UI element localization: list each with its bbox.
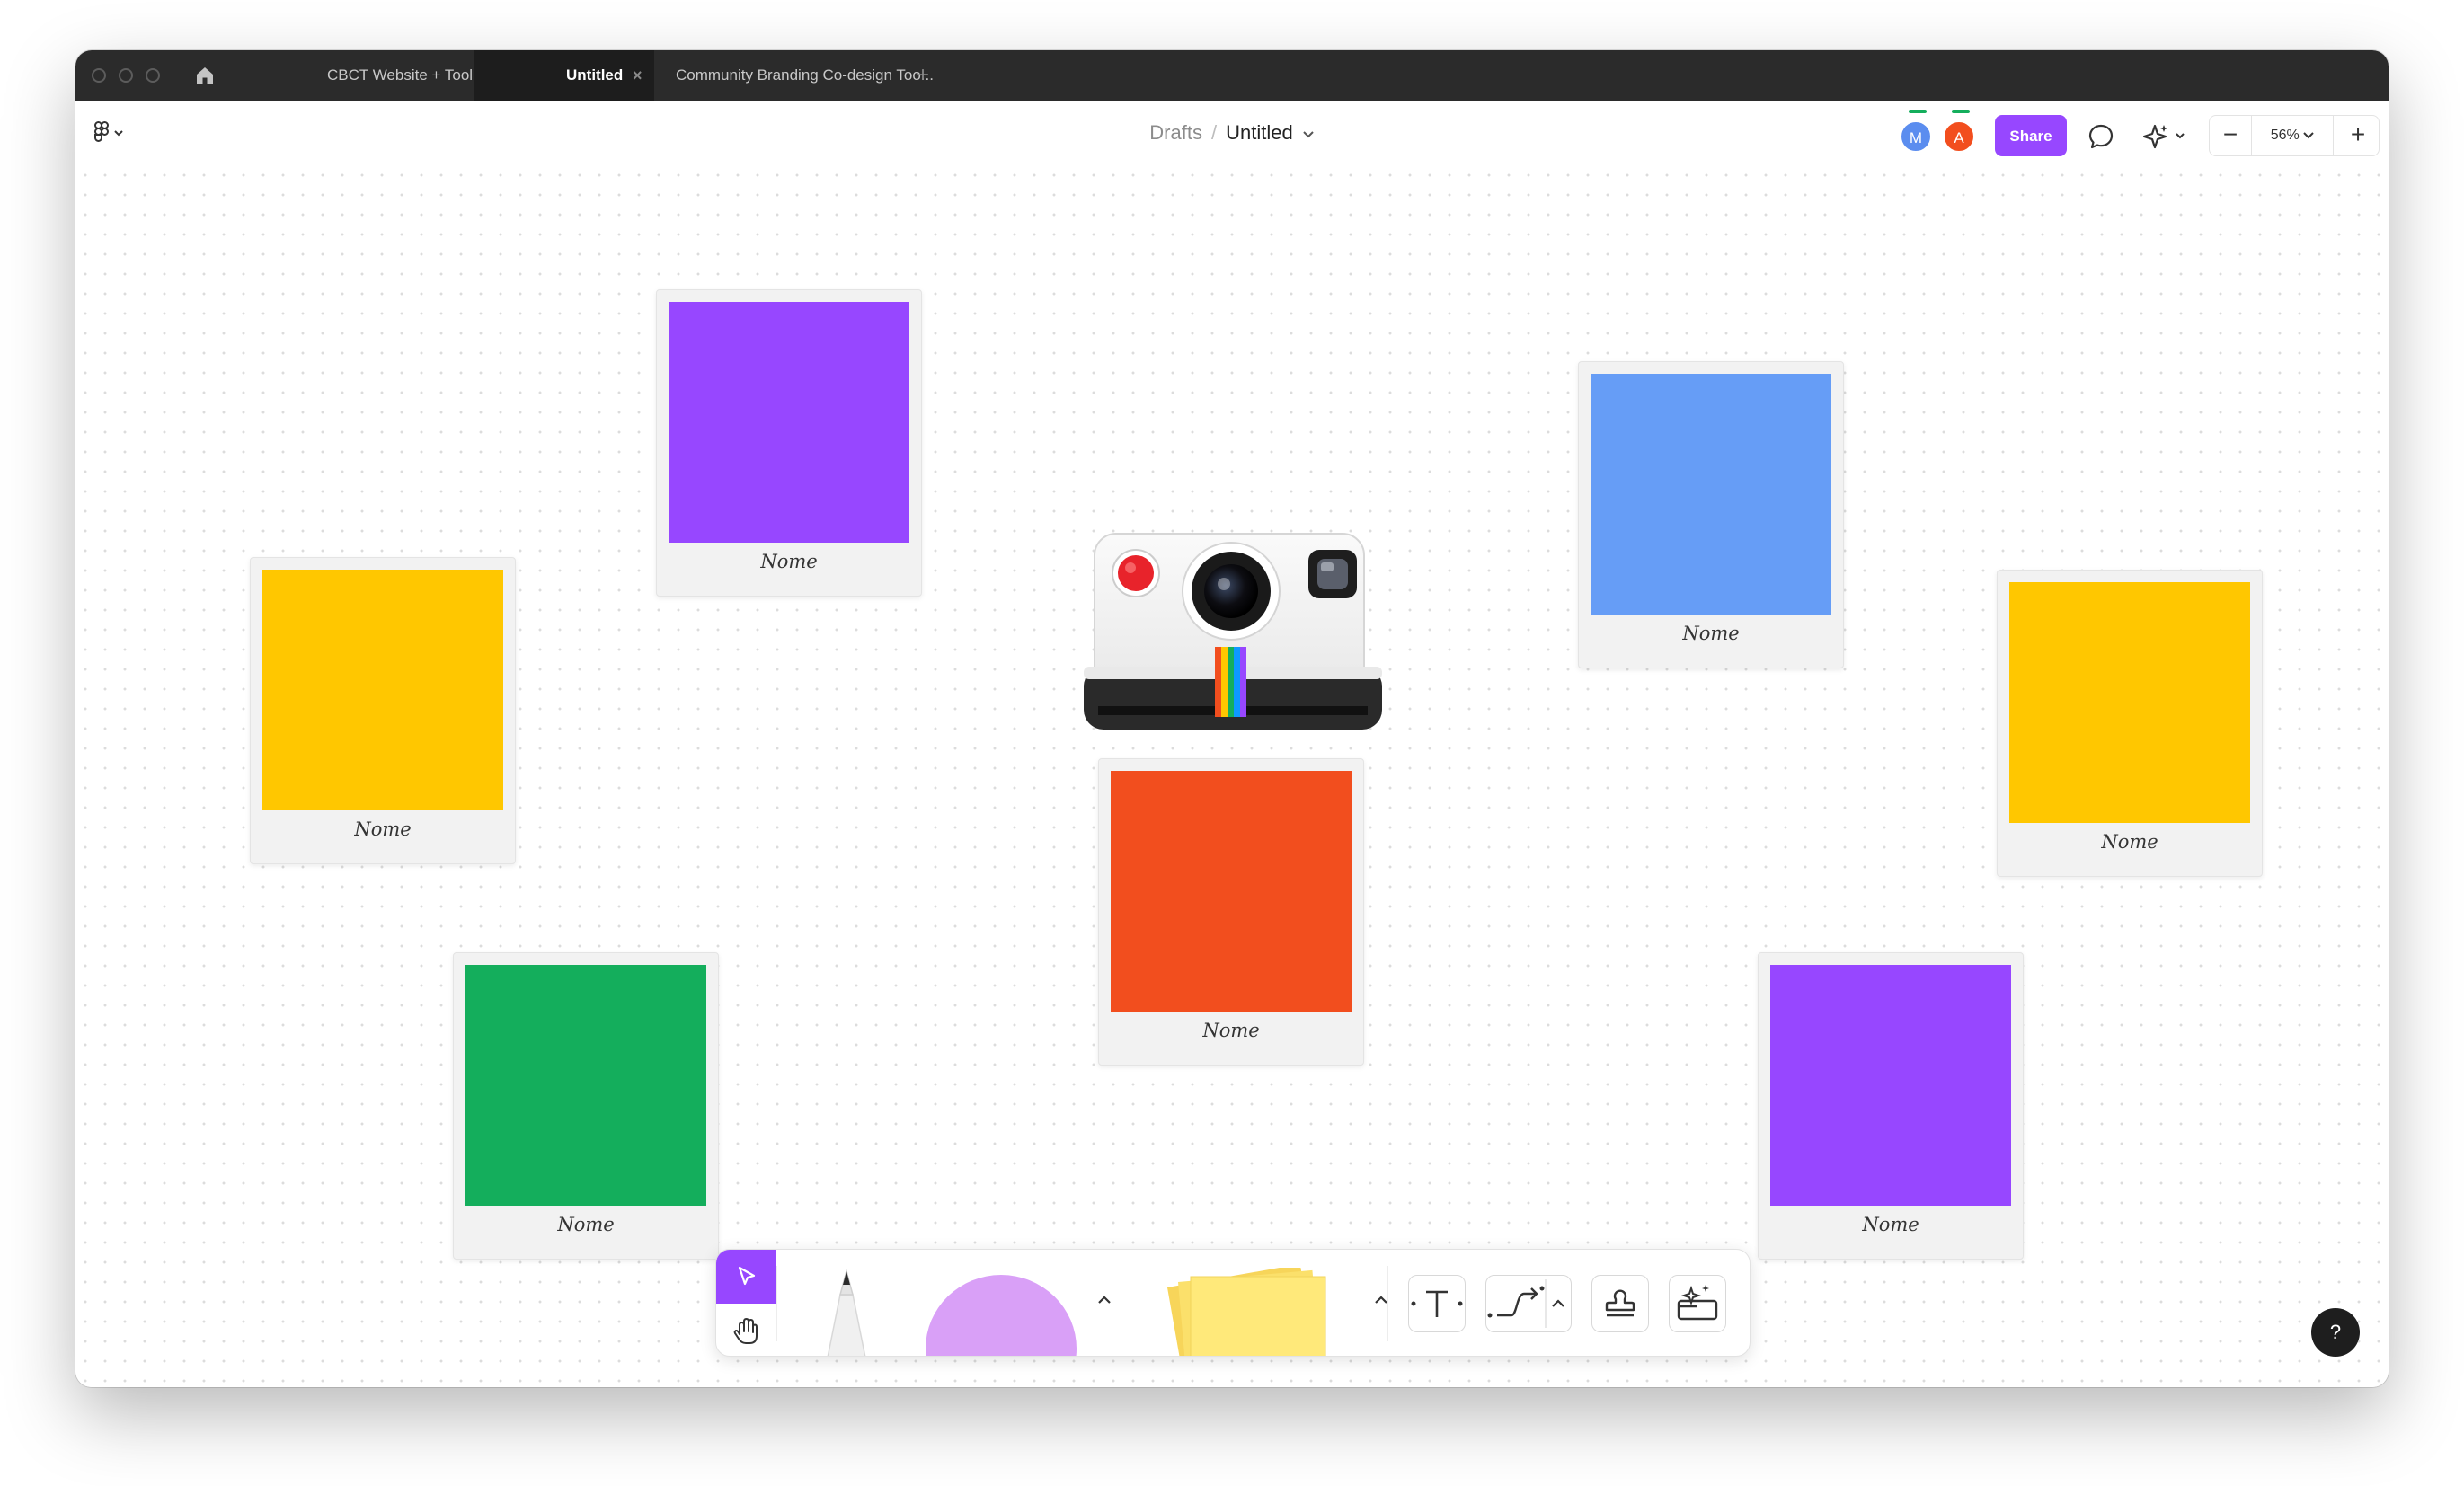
text-icon (1411, 1290, 1463, 1317)
canvas[interactable]: Nome Nome Nome Nome Nome Nome Nome (75, 165, 2389, 1387)
polaroid-photo (465, 965, 706, 1206)
stamp-tool-button[interactable] (1591, 1275, 1649, 1332)
text-tool-button[interactable] (1408, 1275, 1466, 1332)
widgets-icon (1677, 1285, 1718, 1321)
connector-icon (1487, 1279, 1564, 1328)
shape-tool-button[interactable] (925, 1268, 1077, 1357)
breadcrumb-drafts[interactable]: Drafts (1149, 121, 1202, 144)
hand-icon (733, 1318, 758, 1344)
app-window: CBCT Website + Tool Beta Untitled × Comm… (75, 50, 2389, 1387)
toolbar-divider (776, 1266, 777, 1341)
polaroid-card[interactable]: Nome (1578, 361, 1844, 668)
zoom-out-button[interactable]: − (2210, 116, 2251, 155)
toolbar-divider (1387, 1266, 1388, 1341)
window-close-button[interactable] (92, 68, 106, 83)
presence-indicator (1909, 110, 1927, 113)
polaroid-camera-widget[interactable] (1080, 532, 1386, 783)
avatar-a[interactable]: A (1943, 120, 1975, 153)
polaroid-card[interactable]: Nome (1758, 952, 2024, 1260)
file-header: Drafts / Untitled M A Share − 56% + (75, 101, 2389, 165)
polaroid-photo (262, 570, 503, 810)
comment-icon[interactable] (2087, 122, 2115, 151)
polaroid-photo (1111, 771, 1352, 1012)
tab-close-icon[interactable]: × (633, 50, 643, 101)
polaroid-card[interactable]: Nome (250, 557, 516, 864)
polaroid-card[interactable]: Nome (1997, 570, 2263, 877)
window-minimize-button[interactable] (119, 68, 133, 83)
caret-up-icon[interactable] (1369, 1287, 1394, 1313)
zoom-level-dropdown[interactable]: 56% (2251, 116, 2334, 155)
polaroid-caption[interactable]: Nome (1579, 623, 1843, 644)
shape-circle (926, 1275, 1077, 1356)
polaroid-caption[interactable]: Nome (1759, 1214, 2023, 1235)
zoom-control: − 56% + (2209, 115, 2380, 156)
tab-label: Community Branding Co-design Too... (676, 66, 934, 84)
breadcrumb-separator: / (1210, 121, 1218, 144)
polaroid-photo (2009, 582, 2250, 823)
home-icon[interactable] (194, 65, 216, 86)
polaroid-photo (669, 302, 909, 543)
polaroid-photo (1591, 374, 1831, 615)
polaroid-photo (1770, 965, 2011, 1206)
stamp-icon (1605, 1289, 1635, 1317)
cursor-arrow-icon (738, 1266, 756, 1286)
tab-bar: CBCT Website + Tool Beta Untitled × Comm… (75, 50, 2389, 101)
caret-up-icon[interactable] (1092, 1287, 1117, 1313)
avatar-m[interactable]: M (1900, 120, 1932, 153)
polaroid-caption[interactable]: Nome (454, 1214, 718, 1235)
connector-tool-button[interactable] (1485, 1275, 1572, 1332)
zoom-in-button[interactable]: + (2335, 116, 2380, 155)
pen-icon[interactable] (815, 1268, 878, 1357)
tab-untitled[interactable]: Untitled × (474, 50, 654, 101)
polaroid-card[interactable]: Nome (656, 289, 922, 597)
share-button[interactable]: Share (1995, 115, 2067, 156)
move-tool-button[interactable] (716, 1250, 776, 1304)
ai-sparkle-icon[interactable] (2142, 122, 2193, 151)
tab-community-branding[interactable]: Community Branding Co-design Too... (656, 50, 934, 101)
polaroid-card-ejected[interactable]: Nome (1098, 758, 1364, 1066)
window-maximize-button[interactable] (146, 68, 160, 83)
file-title[interactable]: Untitled (1226, 121, 1293, 144)
tab-label: Untitled (566, 66, 624, 84)
chevron-down-icon (2303, 132, 2314, 139)
new-tab-button[interactable]: + (917, 50, 929, 101)
presence-indicator (1952, 110, 1970, 113)
sticky-note-tool-button[interactable] (1157, 1268, 1327, 1357)
hand-tool-button[interactable] (716, 1304, 776, 1356)
chevron-down-icon[interactable] (1302, 130, 1315, 139)
zoom-level: 56% (2270, 128, 2300, 143)
polaroid-caption[interactable]: Nome (1998, 831, 2262, 853)
polaroid-caption[interactable]: Nome (657, 551, 921, 572)
polaroid-card[interactable]: Nome (453, 952, 719, 1260)
polaroid-caption[interactable]: Nome (1099, 1020, 1363, 1041)
polaroid-caption[interactable]: Nome (251, 818, 515, 840)
bottom-toolbar (715, 1249, 1751, 1357)
help-button[interactable]: ? (2311, 1308, 2360, 1357)
widgets-tool-button[interactable] (1669, 1275, 1726, 1332)
